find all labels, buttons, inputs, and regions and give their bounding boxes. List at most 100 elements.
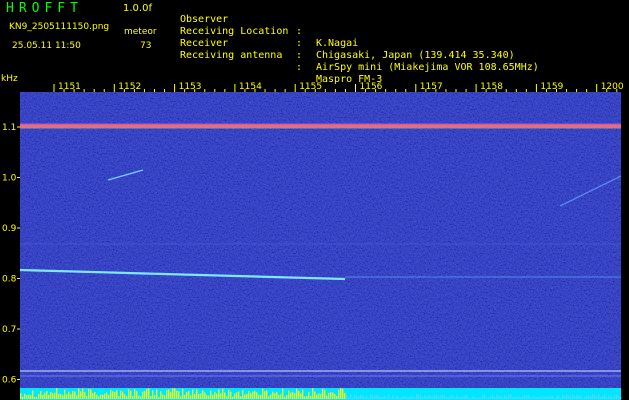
power-sample	[86, 395, 88, 399]
power-sample	[202, 390, 204, 399]
power-sample	[224, 392, 226, 399]
power-sample	[486, 397, 488, 399]
power-sample	[508, 394, 510, 399]
power-sample	[138, 395, 140, 399]
power-sample	[388, 394, 390, 399]
power-sample	[616, 394, 618, 399]
power-sample	[212, 395, 214, 399]
power-sample	[96, 394, 98, 399]
power-sample	[330, 392, 332, 399]
power-sample	[22, 396, 24, 399]
power-sample	[472, 396, 474, 399]
power-sample	[484, 394, 486, 399]
power-sample	[524, 395, 526, 399]
power-sample	[374, 395, 376, 399]
power-sample	[362, 394, 364, 399]
power-sample	[208, 395, 210, 399]
power-sample	[182, 388, 184, 399]
power-sample	[310, 395, 312, 399]
power-sample	[170, 391, 172, 399]
frequency-tick-label: 1.0	[2, 174, 17, 184]
power-sample	[482, 394, 484, 399]
time-tick-label: 1159	[540, 82, 563, 92]
power-sample	[614, 395, 616, 399]
power-sample	[68, 391, 70, 399]
power-sample	[128, 389, 130, 399]
power-sample	[348, 396, 350, 399]
power-sample	[410, 395, 412, 399]
power-sample	[470, 397, 472, 399]
power-sample	[550, 395, 552, 399]
power-sample	[462, 396, 464, 399]
power-sample	[302, 389, 304, 399]
power-sample	[490, 396, 492, 399]
power-sample	[420, 395, 422, 399]
power-sample	[164, 395, 166, 399]
power-sample	[586, 395, 588, 399]
power-sample	[396, 395, 398, 399]
power-sample	[428, 395, 430, 399]
power-sample	[270, 394, 272, 399]
power-sample	[294, 393, 296, 399]
power-sample	[180, 396, 182, 399]
power-sample	[246, 393, 248, 399]
power-sample	[94, 392, 96, 399]
power-sample	[464, 395, 466, 399]
power-sample	[298, 390, 300, 399]
power-sample	[314, 391, 316, 399]
power-sample	[248, 390, 250, 399]
power-sample	[620, 397, 622, 399]
power-sample	[424, 395, 426, 399]
frequency-axis: 1.1 1.0 0.9 0.8 0.7 0.6	[2, 123, 20, 386]
power-sample	[346, 394, 348, 399]
power-sample	[564, 395, 566, 399]
power-sample	[492, 394, 494, 399]
power-sample	[278, 395, 280, 399]
power-sample	[322, 388, 324, 399]
power-sample	[206, 395, 208, 399]
power-sample	[222, 388, 224, 399]
frequency-tick-label: 0.7	[2, 325, 16, 335]
time-tick-label: 1153	[179, 82, 202, 92]
power-sample	[62, 395, 64, 399]
frequency-tick-label: 1.1	[2, 123, 16, 133]
power-sample	[438, 396, 440, 399]
power-sample	[610, 396, 612, 399]
power-sample	[48, 394, 50, 399]
time-tick-label: 1152	[118, 82, 141, 92]
power-sample	[448, 397, 450, 399]
power-sample	[100, 394, 102, 399]
power-sample	[334, 393, 336, 399]
power-sample	[292, 392, 294, 399]
power-sample	[602, 395, 604, 399]
power-sample	[392, 395, 394, 399]
power-sample	[436, 394, 438, 399]
power-sample	[42, 394, 44, 399]
power-sample	[264, 391, 266, 399]
power-sample	[142, 391, 144, 399]
power-sample	[254, 390, 256, 399]
power-sample	[558, 395, 560, 399]
power-sample	[78, 388, 80, 399]
power-sample	[276, 391, 278, 399]
power-sample	[488, 397, 490, 399]
power-sample	[576, 394, 578, 399]
power-sample	[544, 396, 546, 399]
power-sample	[218, 389, 220, 399]
power-sample	[594, 394, 596, 399]
power-sample	[200, 393, 202, 399]
power-sample	[404, 396, 406, 399]
power-sample	[504, 394, 506, 399]
power-sample	[102, 394, 104, 399]
power-sample	[238, 391, 240, 399]
power-sample	[56, 388, 58, 399]
power-sample	[40, 390, 42, 399]
power-sample	[132, 396, 134, 399]
power-sample	[312, 388, 314, 399]
power-sample	[188, 391, 190, 399]
power-sample	[528, 395, 530, 399]
power-sample	[450, 395, 452, 399]
power-sample	[402, 395, 404, 399]
power-sample	[196, 389, 198, 399]
power-sample	[578, 395, 580, 399]
